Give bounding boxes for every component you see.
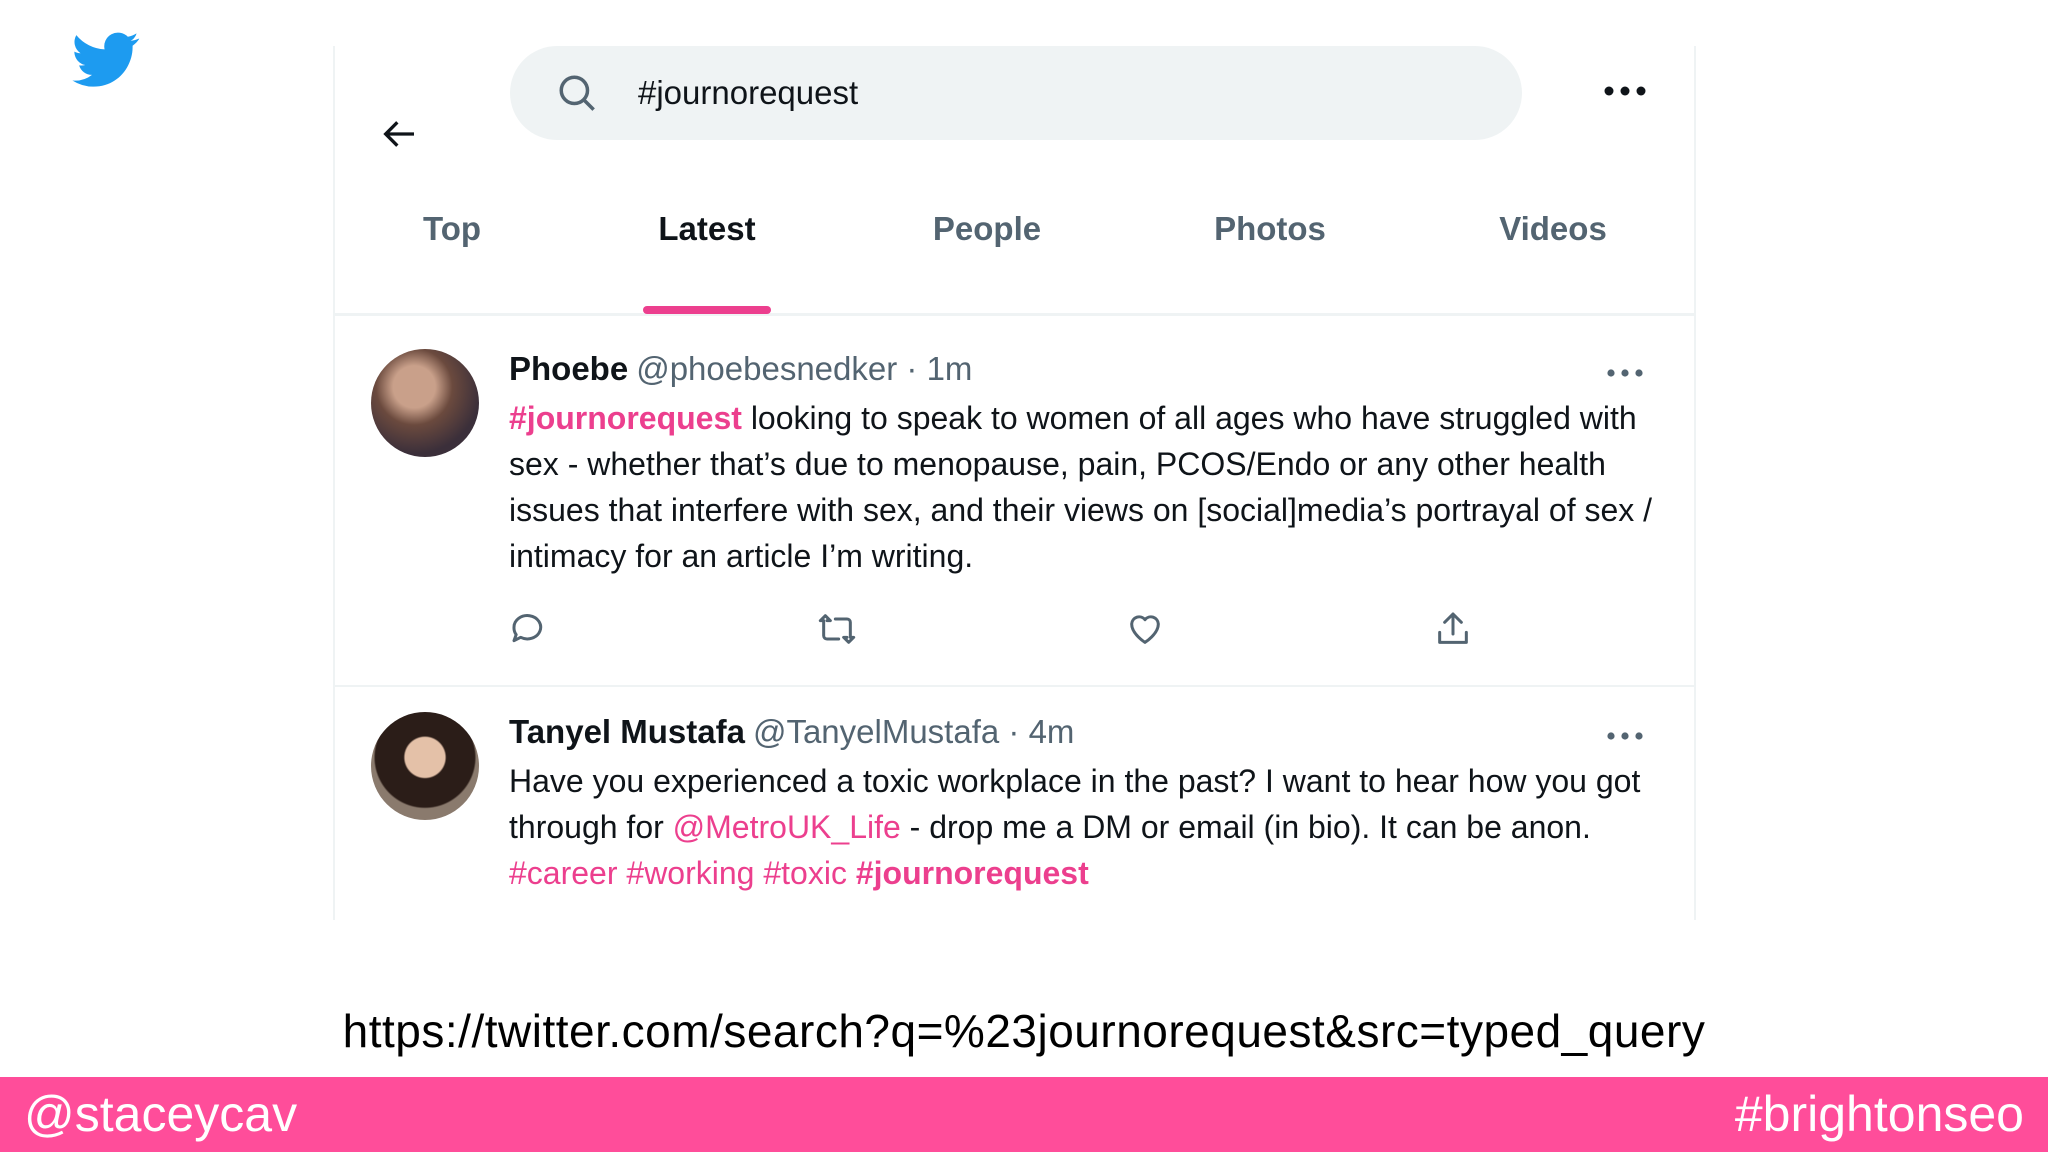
tab-photos[interactable]: Photos — [1214, 210, 1326, 248]
twitter-bird-icon — [72, 32, 140, 87]
tab-latest[interactable]: Latest — [658, 210, 755, 248]
hashtag-link[interactable]: #journorequest — [856, 855, 1089, 891]
search-input[interactable]: #journorequest — [510, 46, 1522, 140]
share-icon[interactable] — [1433, 609, 1473, 649]
tweet[interactable]: Phoebe @phoebesnedker · 1m #journorequest… — [335, 323, 1694, 687]
retweet-icon[interactable] — [817, 609, 857, 649]
tweet-text: #journorequest looking to speak to women… — [509, 395, 1659, 579]
mention-or-hashtag-link[interactable]: @MetroUK_Life — [673, 809, 901, 845]
more-icon[interactable] — [1606, 730, 1644, 742]
tab-people[interactable]: People — [933, 210, 1041, 248]
footer-hashtag: #brightonseo — [1734, 1086, 2024, 1142]
tweet-header: Phoebe @phoebesnedker · 1m — [509, 347, 972, 391]
hashtag-link[interactable]: #journorequest — [509, 400, 742, 436]
tweet-time: 1m — [926, 350, 973, 387]
author-name[interactable]: Tanyel Mustafa — [509, 713, 745, 750]
avatar[interactable] — [371, 349, 479, 457]
author-handle[interactable]: @TanyelMustafa · 4m — [753, 713, 1074, 750]
tweet-header: Tanyel Mustafa @TanyelMustafa · 4m — [509, 710, 1074, 754]
footer-handle: @staceycav — [24, 1086, 298, 1142]
tab-videos[interactable]: Videos — [1499, 210, 1607, 248]
search-tabs: Top Latest People Photos Videos — [335, 170, 1694, 316]
tweet[interactable]: Tanyel Mustafa @TanyelMustafa · 4m Have y… — [335, 686, 1694, 920]
search-url-caption: https://twitter.com/search?q=%23journore… — [342, 1005, 1706, 1057]
back-arrow-icon[interactable] — [379, 114, 419, 154]
reply-icon[interactable] — [509, 609, 549, 649]
tweet-text: Have you experienced a toxic workplace i… — [509, 758, 1659, 896]
mention-or-hashtag-link[interactable]: #career #working #toxic — [509, 855, 847, 891]
tweet-text-segment: - drop me a DM or email (in bio). It can… — [900, 809, 1591, 845]
tweet-time: 4m — [1028, 713, 1075, 750]
more-icon[interactable] — [1606, 367, 1644, 379]
search-icon — [559, 75, 595, 111]
like-icon[interactable] — [1125, 609, 1165, 649]
author-name[interactable]: Phoebe — [509, 350, 628, 387]
tweet-actions — [509, 609, 1509, 653]
twitter-search-panel: #journorequest Top Latest People Photos … — [333, 46, 1696, 920]
slide-footer: @staceycav #brightonseo — [0, 1077, 2048, 1152]
tab-top[interactable]: Top — [423, 210, 481, 248]
avatar[interactable] — [371, 712, 479, 820]
search-query-text: #journorequest — [638, 74, 859, 111]
tweet-text-segment — [847, 855, 856, 891]
active-tab-indicator — [643, 306, 771, 314]
more-icon[interactable] — [1603, 84, 1647, 98]
author-handle[interactable]: @phoebesnedker · 1m — [636, 350, 972, 387]
